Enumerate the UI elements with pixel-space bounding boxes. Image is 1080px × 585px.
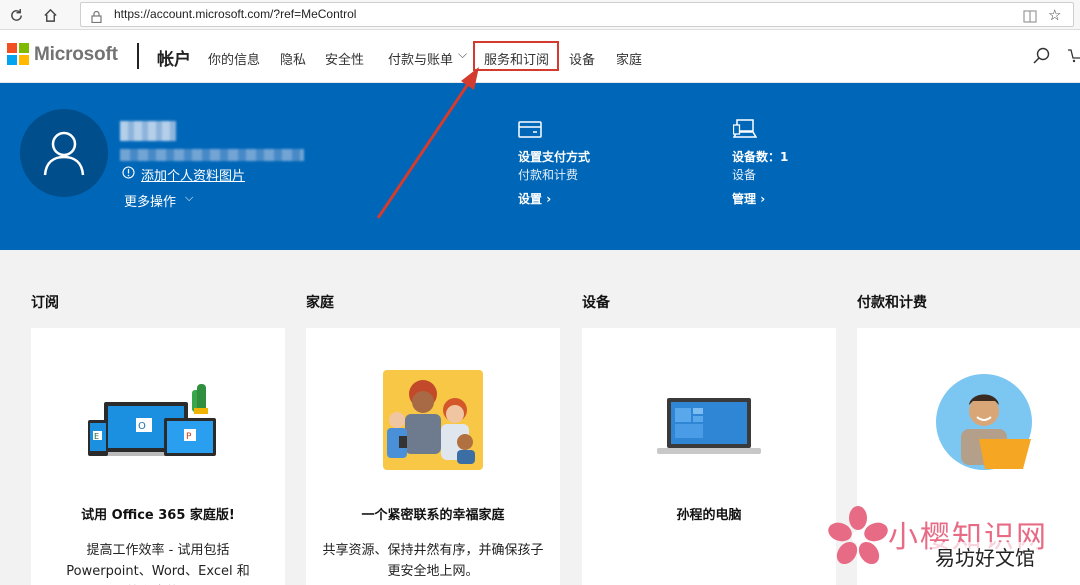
cherry-blossom-icon xyxy=(828,506,888,565)
svg-text:O: O xyxy=(138,421,146,432)
family-card[interactable]: 一个紧密联系的幸福家庭 共享资源、保持井然有序，并确保孩子更安全地上网。 xyxy=(306,328,560,585)
office-card-description: 提高工作效率 - 试用包括 Powerpoint、Word、Excel 和 On… xyxy=(66,543,250,579)
search-icon[interactable] xyxy=(1033,47,1050,68)
device-card[interactable]: 孙程的电脑 xyxy=(582,328,836,585)
section-family-heading: 家庭 xyxy=(306,295,334,311)
credit-card-icon xyxy=(518,121,542,142)
url-text: https://account.microsoft.com/?ref=MeCon… xyxy=(114,7,357,21)
devices-icon xyxy=(732,119,758,143)
blurred-user-email xyxy=(120,149,304,161)
payment-method-title: 设置支付方式 xyxy=(518,150,591,164)
payment-person-illustration xyxy=(936,374,1032,470)
section-payment-heading: 付款和计费 xyxy=(857,295,927,311)
profile-banner: 添加个人资料图片 更多操作 ⌵ 设置支付方式 付款和计费 设置 › 设备数：1 … xyxy=(0,83,1080,250)
browser-toolbar: https://account.microsoft.com/?ref=MeCon… xyxy=(0,0,1080,30)
blurred-user-name xyxy=(120,121,176,141)
favorite-star-icon[interactable]: ☆ xyxy=(1048,6,1061,24)
account-title[interactable]: 帐户 xyxy=(157,45,191,70)
chevron-down-icon[interactable]: ⌵ xyxy=(458,47,467,62)
cart-icon[interactable] xyxy=(1068,47,1080,67)
header-divider xyxy=(137,43,139,69)
avatar[interactable] xyxy=(20,109,108,197)
svg-text:E: E xyxy=(94,432,99,441)
info-icon xyxy=(122,166,135,183)
watermark-subtitle: 易坊好文馆 xyxy=(932,542,1038,571)
payment-subtitle: 付款和计费 xyxy=(518,168,579,182)
lock-icon xyxy=(91,8,102,27)
site-header: Microsoft 帐户 你的信息 隐私 安全性 付款与账单 ⌵ 服务和订阅 设… xyxy=(0,30,1080,83)
chevron-down-icon: ⌵ xyxy=(185,191,194,204)
devices-subtitle: 设备 xyxy=(732,168,757,182)
setup-label: 设置 xyxy=(518,192,543,206)
section-devices-heading: 设备 xyxy=(582,295,610,311)
more-actions-link[interactable]: 更多操作 xyxy=(124,191,176,210)
family-illustration xyxy=(383,370,483,470)
laptop-icon xyxy=(657,398,761,454)
office-trial-card[interactable]: O P E 试用 Office 365 家庭版! 提高工作效率 - 试用包括 P… xyxy=(31,328,285,585)
nav-family[interactable]: 家庭 xyxy=(616,49,642,68)
office-devices-illustration: O P E xyxy=(88,384,216,456)
brand-name[interactable]: Microsoft xyxy=(34,44,118,66)
nav-services-subscriptions[interactable]: 服务和订阅 xyxy=(484,49,549,68)
microsoft-logo-icon[interactable] xyxy=(7,43,29,65)
device-card-title: 孙程的电脑 xyxy=(676,508,742,523)
reading-view-icon[interactable] xyxy=(1023,8,1037,27)
nav-payment-billing[interactable]: 付款与账单 xyxy=(388,49,453,68)
add-profile-picture-link[interactable]: 添加个人资料图片 xyxy=(141,165,245,184)
device-count: 设备数：1 xyxy=(732,150,789,164)
nav-devices[interactable]: 设备 xyxy=(569,49,595,68)
nav-privacy[interactable]: 隐私 xyxy=(280,49,306,68)
watermark: 小樱知识网 易坊好文馆 xyxy=(828,502,1080,585)
svg-text:P: P xyxy=(186,432,192,442)
family-card-title: 一个紧密联系的幸福家庭 xyxy=(361,508,505,523)
office-card-title: 试用 Office 365 家庭版! xyxy=(81,508,235,523)
manage-devices-link[interactable]: 管理 › xyxy=(732,190,765,207)
address-bar[interactable]: https://account.microsoft.com/?ref=MeCon… xyxy=(80,2,1074,27)
person-icon xyxy=(43,131,85,176)
nav-your-info[interactable]: 你的信息 xyxy=(208,49,260,68)
section-subscriptions-heading: 订阅 xyxy=(31,295,59,311)
manage-label: 管理 xyxy=(732,192,757,206)
family-card-description: 共享资源、保持井然有序，并确保孩子更安全地上网。 xyxy=(322,543,544,579)
nav-security[interactable]: 安全性 xyxy=(325,49,364,68)
home-icon[interactable] xyxy=(40,5,60,25)
refresh-icon[interactable] xyxy=(6,5,26,25)
setup-payment-link[interactable]: 设置 › xyxy=(518,190,551,207)
